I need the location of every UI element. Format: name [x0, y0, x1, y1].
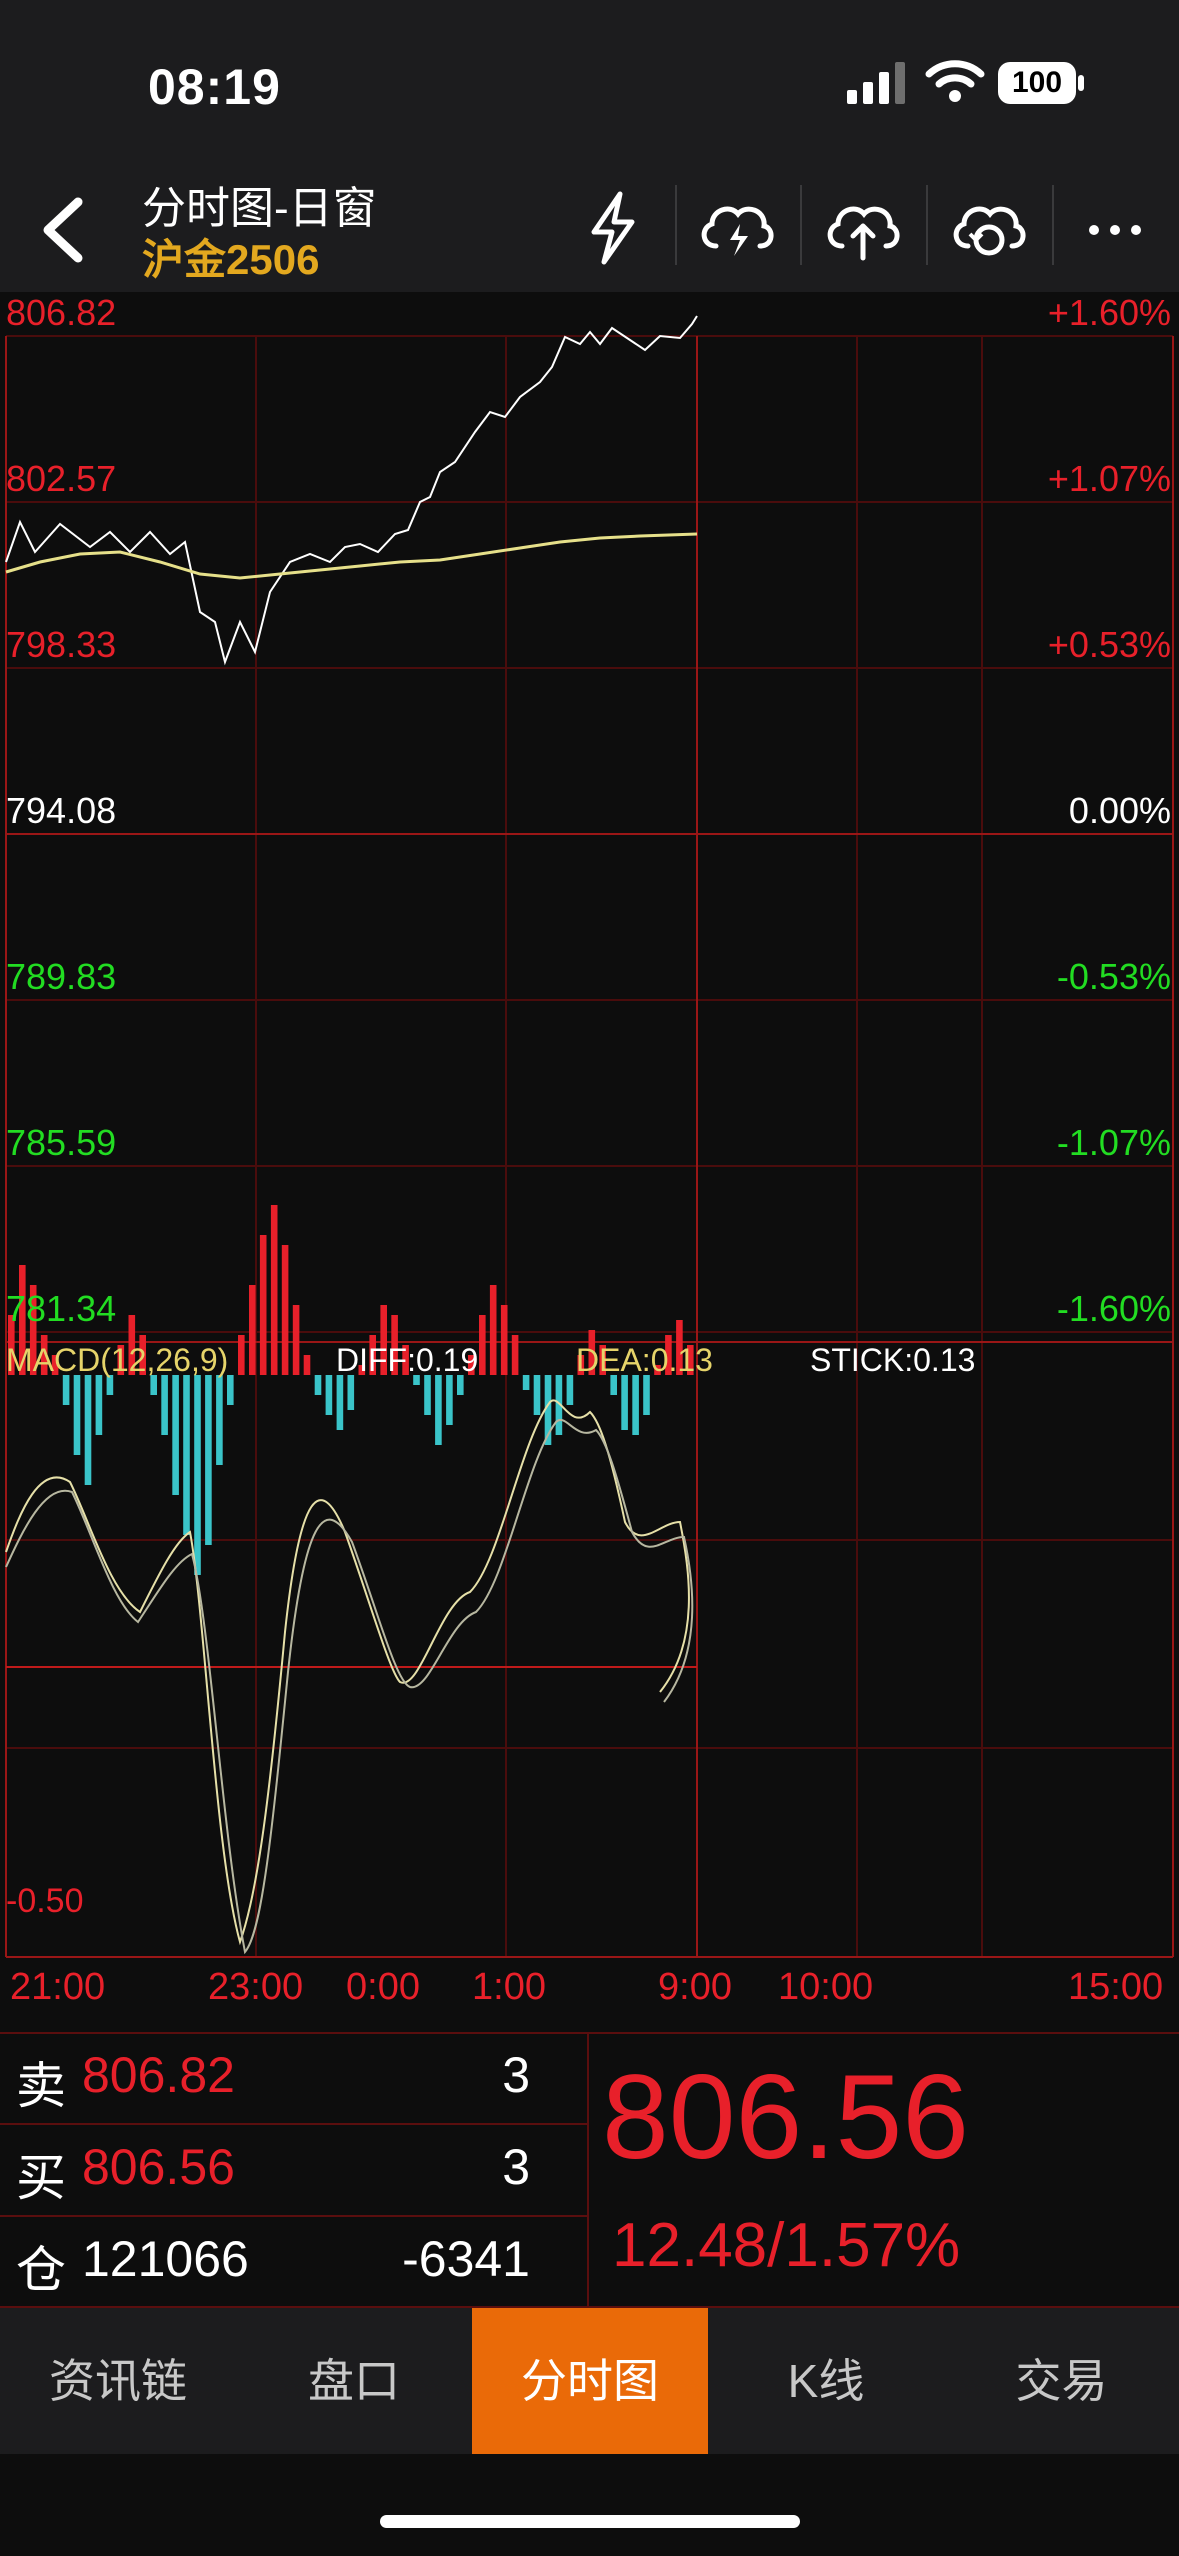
price-label: 785.59: [6, 1122, 117, 1163]
price-label: 789.83: [6, 956, 117, 997]
macd-title: MACD(12,26,9): [6, 1342, 229, 1378]
nav-separator: [675, 185, 677, 265]
open-interest-value: 121066: [82, 2231, 249, 2287]
sell-volume: 3: [502, 2047, 530, 2103]
macd-bar: [216, 1375, 223, 1465]
cloud-upload-icon[interactable]: [820, 188, 906, 268]
macd-bar: [238, 1335, 245, 1375]
nav-separator: [926, 185, 928, 265]
macd-bar: [172, 1375, 179, 1495]
macd-histogram: [8, 1205, 694, 1575]
sell-price[interactable]: 806.82: [82, 2046, 235, 2104]
macd-bar: [161, 1375, 168, 1435]
buy-label: 买: [16, 2150, 66, 2206]
macd-bar: [249, 1285, 256, 1375]
tab-order-book[interactable]: 盘口: [236, 2308, 472, 2454]
nav-separator: [1052, 185, 1054, 265]
time-label: 15:00: [1068, 1966, 1164, 2008]
status-time: 08:19: [148, 59, 281, 115]
tab-timeshare[interactable]: 分时图: [472, 2308, 708, 2454]
sell-label: 卖: [16, 2058, 66, 2114]
macd-bar: [325, 1375, 333, 1415]
battery-indicator: 100: [998, 62, 1076, 104]
tab-kline[interactable]: K线: [708, 2308, 944, 2454]
cloud-sync-icon[interactable]: [946, 188, 1032, 268]
macd-bar: [194, 1375, 201, 1575]
macd-bar: [281, 1245, 289, 1375]
nav-separator: [800, 185, 802, 265]
tab-news-chain[interactable]: 资讯链: [0, 2308, 236, 2454]
timeshare-chart[interactable]: [0, 292, 1179, 2032]
percent-label: +0.53%: [1047, 624, 1171, 665]
last-price: 806.56: [602, 2050, 970, 2184]
macd-bar: [95, 1375, 103, 1435]
open-interest-change: -6341: [402, 2231, 530, 2287]
macd-bar: [84, 1375, 92, 1485]
tab-trade[interactable]: 交易: [944, 2308, 1179, 2454]
buy-volume: 3: [502, 2139, 530, 2195]
home-indicator[interactable]: [380, 2515, 800, 2528]
time-label: 23:00: [208, 1966, 304, 2008]
time-label: 21:00: [10, 1966, 106, 2008]
buy-price[interactable]: 806.56: [82, 2138, 235, 2196]
percent-label: -1.60%: [1056, 1288, 1171, 1329]
macd-bar: [522, 1375, 530, 1390]
macd-bar: [205, 1375, 212, 1545]
macd-bar: [62, 1375, 70, 1405]
macd-bar: [183, 1375, 190, 1535]
flash-icon[interactable]: [570, 188, 656, 268]
price-change: 12.48/1.57%: [612, 2211, 961, 2280]
cellular-signal-icon: [847, 62, 905, 104]
macd-bar: [435, 1375, 442, 1445]
price-label: 802.57: [6, 458, 117, 499]
macd-bar: [621, 1375, 628, 1430]
macd-diff: DIFF:0.19: [336, 1342, 479, 1378]
bottom-area: [0, 2454, 1179, 2556]
price-label: 798.33: [6, 624, 117, 665]
macd-bar: [632, 1375, 639, 1435]
macd-bar: [424, 1375, 431, 1415]
macd-bar: [303, 1355, 311, 1375]
back-arrow-icon[interactable]: [26, 190, 106, 270]
cloud-lightning-icon[interactable]: [694, 188, 780, 268]
macd-bar: [227, 1375, 234, 1405]
macd-bar: [446, 1375, 453, 1425]
macd-bar: [270, 1205, 278, 1375]
macd-dea: DEA:0.13: [576, 1342, 713, 1378]
percent-label: -0.53%: [1056, 956, 1171, 997]
macd-bar: [292, 1305, 300, 1375]
battery-nub: [1078, 75, 1084, 91]
percent-label: -1.07%: [1056, 1122, 1171, 1163]
time-label: 0:00: [346, 1966, 420, 2008]
open-interest-label: 仓: [16, 2242, 66, 2298]
macd-bar: [479, 1315, 486, 1375]
macd-bar: [533, 1375, 541, 1415]
macd-bar: [489, 1285, 497, 1375]
percent-label: 0.00%: [1068, 790, 1171, 831]
more-icon[interactable]: [1072, 188, 1158, 268]
contract-name[interactable]: 沪金2506: [142, 226, 319, 287]
time-label: 9:00: [658, 1966, 732, 2008]
macd-bar: [643, 1375, 650, 1415]
macd-stick: STICK:0.13: [810, 1342, 976, 1378]
macd-bar: [347, 1375, 355, 1410]
macd-bar: [314, 1375, 322, 1395]
macd-bar: [73, 1375, 81, 1455]
macd-bar: [259, 1235, 267, 1375]
macd-bar: [500, 1305, 508, 1375]
macd-axis-label: -0.50: [6, 1882, 84, 1920]
price-label: 781.34: [6, 1288, 117, 1329]
percent-label: +1.60%: [1047, 292, 1171, 333]
percent-label: +1.07%: [1047, 458, 1171, 499]
macd-bar: [511, 1335, 519, 1375]
macd-bar: [336, 1375, 344, 1430]
price-label: 794.08: [6, 790, 117, 831]
time-label: 1:00: [472, 1966, 546, 2008]
wifi-icon: [925, 60, 985, 102]
time-label: 10:00: [778, 1966, 874, 2008]
price-label: 806.82: [6, 292, 117, 333]
macd-bar: [566, 1375, 574, 1405]
